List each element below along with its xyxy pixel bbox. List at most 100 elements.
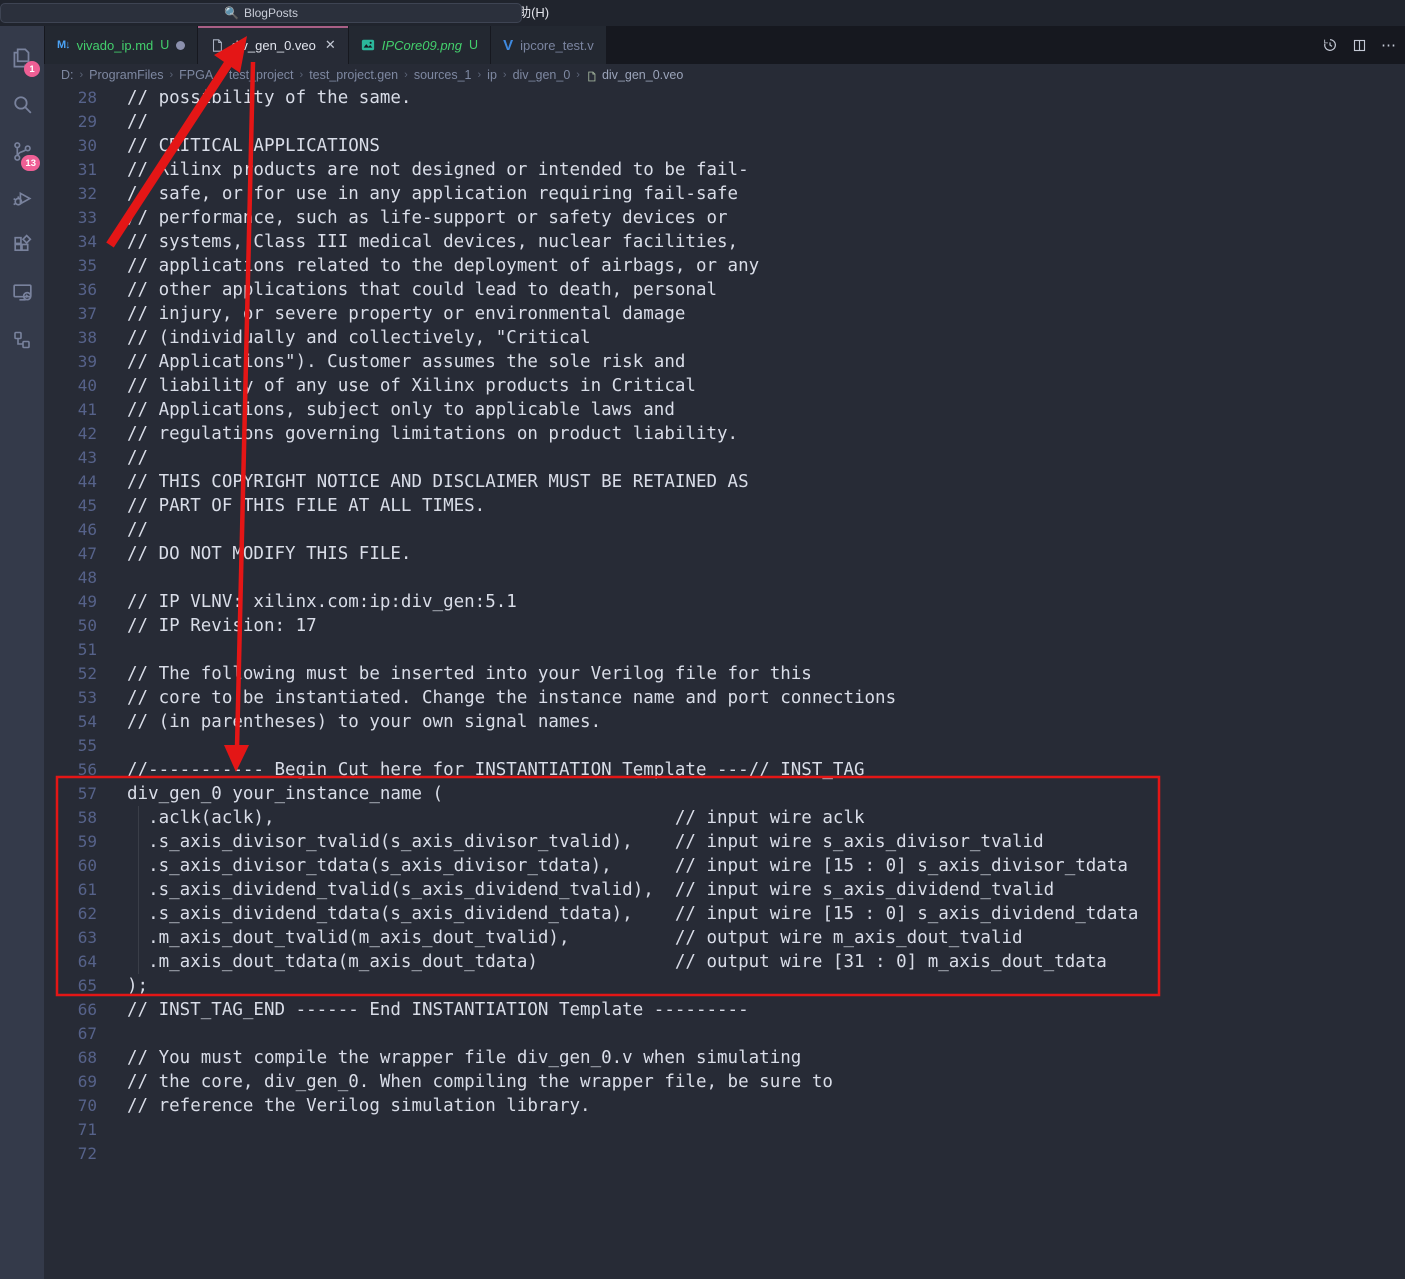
code-line[interactable]: .s_axis_divisor_tvalid(s_axis_divisor_tv…: [110, 830, 1044, 854]
code-line[interactable]: // Applications"). Customer assumes the …: [110, 350, 685, 374]
code-line[interactable]: .m_axis_dout_tdata(m_axis_dout_tdata) //…: [110, 950, 1107, 974]
code-line[interactable]: // systems, Class III medical devices, n…: [110, 230, 738, 254]
tab-vivado-ip-md[interactable]: M↓ vivado_ip.md U: [45, 26, 198, 64]
line-number: 64: [44, 950, 110, 974]
breadcrumb-item[interactable]: ProgramFiles: [89, 68, 163, 82]
line-number: 58: [44, 806, 110, 830]
extensions-icon[interactable]: [0, 222, 44, 269]
code-line[interactable]: [110, 566, 127, 590]
chevron-right-icon: ›: [404, 69, 408, 81]
unsaved-dot-icon[interactable]: [176, 41, 185, 50]
code-line[interactable]: [110, 734, 127, 758]
code-line[interactable]: // (in parentheses) to your own signal n…: [110, 710, 601, 734]
code-line[interactable]: // CRITICAL APPLICATIONS: [110, 134, 380, 158]
code-line[interactable]: // regulations governing limitations on …: [110, 422, 738, 446]
code-line[interactable]: .s_axis_dividend_tdata(s_axis_dividend_t…: [110, 902, 1138, 926]
titlebar: 文件(F)编辑(E)选择(S)查看(V)转到(G)运行(R)终端(T)帮助(H)…: [0, 0, 1405, 26]
explorer-icon[interactable]: 1: [0, 34, 44, 81]
code-line[interactable]: [110, 1118, 127, 1142]
source-control-icon[interactable]: 13: [0, 128, 44, 175]
line-number: 29: [44, 110, 110, 134]
breadcrumb-item[interactable]: FPGA: [179, 68, 213, 82]
line-number: 60: [44, 854, 110, 878]
more-actions-icon[interactable]: ⋯: [1381, 36, 1397, 54]
code-row: 49// IP VLNV: xilinx.com:ip:div_gen:5.1: [44, 590, 1405, 614]
code-line[interactable]: // injury, or severe property or environ…: [110, 302, 685, 326]
line-number: 48: [44, 566, 110, 590]
breadcrumb-item[interactable]: ip: [487, 68, 497, 82]
code-row: 72: [44, 1142, 1405, 1166]
breadcrumb-item[interactable]: div_gen_0: [513, 68, 571, 82]
tab-div-gen-0-veo[interactable]: div_gen_0.veo ✕: [198, 26, 348, 64]
code-line[interactable]: // performance, such as life-support or …: [110, 206, 728, 230]
code-row: 38// (individually and collectively, "Cr…: [44, 326, 1405, 350]
code-line[interactable]: .s_axis_dividend_tvalid(s_axis_dividend_…: [110, 878, 1054, 902]
code-row: 64 .m_axis_dout_tdata(m_axis_dout_tdata)…: [44, 950, 1405, 974]
code-line[interactable]: // INST_TAG_END ------ End INSTANTIATION…: [110, 998, 749, 1022]
split-editor-icon[interactable]: [1352, 38, 1367, 53]
tab-ipcore09-png[interactable]: IPCore09.png U: [349, 26, 491, 64]
code-line[interactable]: // PART OF THIS FILE AT ALL TIMES.: [110, 494, 485, 518]
remote-explorer-icon[interactable]: [0, 269, 44, 316]
code-line[interactable]: [110, 638, 127, 662]
code-line[interactable]: div_gen_0 your_instance_name (: [110, 782, 443, 806]
tab-label: div_gen_0.veo: [231, 38, 316, 53]
code-line[interactable]: // the core, div_gen_0. When compiling t…: [110, 1070, 833, 1094]
chevron-right-icon: ›: [80, 69, 84, 81]
code-line[interactable]: .s_axis_divisor_tdata(s_axis_divisor_tda…: [110, 854, 1128, 878]
code-line[interactable]: // other applications that could lead to…: [110, 278, 717, 302]
code-editor[interactable]: 28// possibility of the same.29//30// CR…: [44, 86, 1405, 1279]
search-sidebar-icon[interactable]: [0, 81, 44, 128]
code-line[interactable]: // The following must be inserted into y…: [110, 662, 812, 686]
breadcrumb-item[interactable]: test_project: [229, 68, 294, 82]
hierarchy-view-icon[interactable]: [0, 316, 44, 363]
code-row: 44// THIS COPYRIGHT NOTICE AND DISCLAIME…: [44, 470, 1405, 494]
code-line[interactable]: [110, 1022, 127, 1046]
code-line[interactable]: // You must compile the wrapper file div…: [110, 1046, 801, 1070]
line-number: 39: [44, 350, 110, 374]
code-line[interactable]: // Applications, subject only to applica…: [110, 398, 675, 422]
breadcrumb-item[interactable]: sources_1: [414, 68, 472, 82]
activity-bar: 1 13: [0, 26, 44, 1279]
breadcrumb-item[interactable]: div_gen_0.veo: [602, 68, 683, 82]
code-line[interactable]: // liability of any use of Xilinx produc…: [110, 374, 696, 398]
code-row: 41// Applications, subject only to appli…: [44, 398, 1405, 422]
code-line[interactable]: // core to be instantiated. Change the i…: [110, 686, 896, 710]
breadcrumb-item[interactable]: D:: [61, 68, 74, 82]
timeline-history-icon[interactable]: [1322, 37, 1338, 53]
code-line[interactable]: // safe, or for use in any application r…: [110, 182, 738, 206]
line-number: 62: [44, 902, 110, 926]
breadcrumb-item[interactable]: test_project.gen: [309, 68, 398, 82]
breadcrumb: D:›ProgramFiles›FPGA›test_project›test_p…: [44, 64, 1405, 86]
code-line[interactable]: // IP Revision: 17: [110, 614, 317, 638]
close-tab-icon[interactable]: ✕: [325, 37, 336, 53]
line-number: 61: [44, 878, 110, 902]
line-number: 30: [44, 134, 110, 158]
code-row: 33// performance, such as life-support o…: [44, 206, 1405, 230]
code-line[interactable]: // Xilinx products are not designed or i…: [110, 158, 749, 182]
line-number: 40: [44, 374, 110, 398]
code-line[interactable]: // IP VLNV: xilinx.com:ip:div_gen:5.1: [110, 590, 517, 614]
tab-label: ipcore_test.v: [520, 38, 594, 53]
chevron-right-icon: ›: [503, 69, 507, 81]
line-number: 44: [44, 470, 110, 494]
code-line[interactable]: //: [110, 518, 148, 542]
code-line[interactable]: //----------- Begin Cut here for INSTANT…: [110, 758, 865, 782]
code-line[interactable]: );: [110, 974, 148, 998]
code-line[interactable]: // DO NOT MODIFY THIS FILE.: [110, 542, 411, 566]
code-line[interactable]: // THIS COPYRIGHT NOTICE AND DISCLAIMER …: [110, 470, 749, 494]
code-line[interactable]: .m_axis_dout_tvalid(m_axis_dout_tvalid),…: [110, 926, 1023, 950]
command-center-search[interactable]: 🔍 BlogPosts: [0, 3, 522, 23]
code-line[interactable]: // (individually and collectively, "Crit…: [110, 326, 591, 350]
code-line[interactable]: //: [110, 446, 148, 470]
code-line[interactable]: // reference the Verilog simulation libr…: [110, 1094, 591, 1118]
code-line[interactable]: // possibility of the same.: [110, 86, 411, 110]
code-line[interactable]: .aclk(aclk), // input wire aclk: [110, 806, 865, 830]
code-line[interactable]: //: [110, 110, 148, 134]
code-row: 30// CRITICAL APPLICATIONS: [44, 134, 1405, 158]
run-and-debug-icon[interactable]: [0, 175, 44, 222]
line-number: 65: [44, 974, 110, 998]
tab-ipcore-test-v[interactable]: V ipcore_test.v: [491, 26, 607, 64]
code-line[interactable]: // applications related to the deploymen…: [110, 254, 759, 278]
code-line[interactable]: [110, 1142, 127, 1166]
